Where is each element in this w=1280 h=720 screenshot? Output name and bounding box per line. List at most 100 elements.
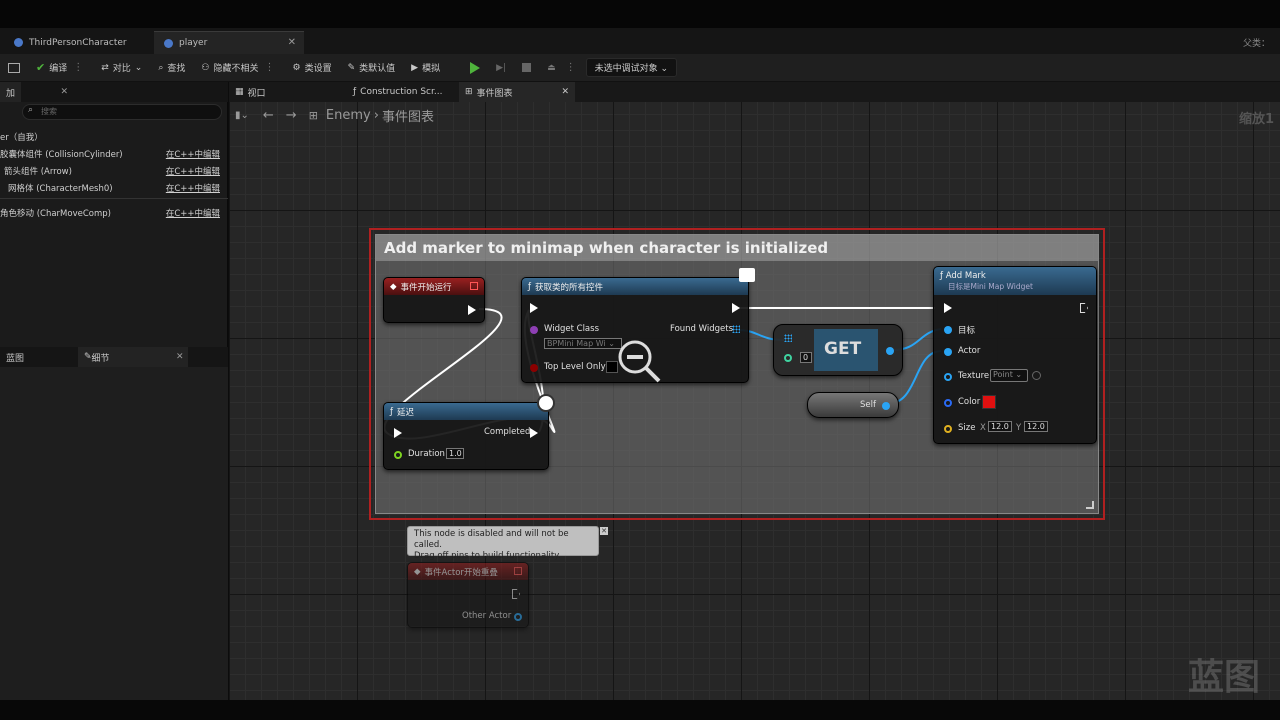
node-header: ƒ Add Mark 目标是Mini Map Widget: [934, 267, 1096, 295]
node-event-actor-begin-overlap[interactable]: ◆ 事件Actor开始重叠 Other Actor: [407, 562, 529, 628]
close-icon[interactable]: ✕: [60, 87, 68, 97]
array-pin-icon[interactable]: [732, 325, 740, 333]
node-header: ◆ 事件Actor开始重叠: [408, 563, 528, 580]
component-mesh[interactable]: 网格体 (CharacterMesh0) 在C++中编辑: [0, 179, 228, 196]
delegate-pin-icon[interactable]: [470, 282, 478, 290]
size-y-input[interactable]: 12.0: [1024, 421, 1048, 432]
add-component-button[interactable]: 加: [0, 82, 22, 102]
node-add-mark[interactable]: ƒ Add Mark 目标是Mini Map Widget 目标 Actor T…: [933, 266, 1097, 444]
class-defaults-button[interactable]: ✎ 类默认值: [340, 57, 404, 79]
duration-pin[interactable]: [394, 451, 402, 459]
duration-input[interactable]: 1.0: [446, 448, 464, 459]
reset-icon[interactable]: [1032, 371, 1041, 380]
texture-select[interactable]: Point ⌄: [990, 369, 1028, 382]
other-actor-pin[interactable]: [514, 613, 522, 621]
component-root[interactable]: er（自我）: [0, 128, 228, 145]
watermark-logo: 蓝图: [1187, 657, 1260, 698]
simulate-button[interactable]: ▶ 模拟: [403, 57, 448, 79]
stop-icon: [522, 63, 532, 72]
texture-pin[interactable]: [944, 373, 952, 381]
component-arrow[interactable]: 箭头组件 (Arrow) 在C++中编辑: [0, 162, 228, 179]
exec-in-pin[interactable]: [394, 428, 402, 438]
more-icon[interactable]: ⋮: [564, 62, 578, 73]
components-search-input[interactable]: 搜索: [22, 104, 222, 120]
details-panel-body: [0, 367, 228, 720]
more-icon[interactable]: ⋮: [71, 62, 85, 73]
component-collision-cylinder[interactable]: 胶囊体组件 (CollisionCylinder) 在C++中编辑: [0, 145, 228, 162]
exec-in-pin[interactable]: [530, 303, 538, 313]
color-pin[interactable]: [944, 399, 952, 407]
node-event-begin-play[interactable]: ◆ 事件开始运行: [383, 277, 485, 323]
exec-out-pin[interactable]: [512, 589, 520, 599]
more-icon[interactable]: ⋮: [263, 62, 277, 73]
gear-icon: ⚙: [292, 62, 301, 73]
chevron-down-icon: ⌄: [134, 62, 143, 73]
function-icon: ƒ: [528, 281, 531, 292]
play-button[interactable]: [462, 57, 488, 79]
parent-class-label: 父类：: [1242, 39, 1270, 49]
stop-button[interactable]: [514, 57, 539, 79]
close-icon[interactable]: ✕: [176, 352, 184, 362]
check-icon: ✔: [36, 61, 46, 74]
diff-button[interactable]: ⇄ 对比 ⌄: [93, 57, 150, 79]
step-icon: ▶|: [496, 62, 507, 73]
node-array-get[interactable]: GET 0: [773, 324, 903, 376]
event-graph-canvas[interactable]: ▦ 视口 ƒ Construction Scr... ⊞ 事件图表 ✕ ▮⌄ ←…: [229, 82, 1280, 720]
find-button[interactable]: ⌕ 查找: [150, 57, 193, 79]
index-pin[interactable]: [784, 354, 792, 362]
target-pin[interactable]: [944, 326, 952, 334]
edit-in-cpp-link[interactable]: 在C++中编辑: [166, 207, 220, 219]
self-out-pin[interactable]: [882, 402, 890, 410]
array-pin-icon[interactable]: [784, 334, 792, 342]
exec-in-pin[interactable]: [944, 303, 952, 313]
monitor-icon: [739, 268, 755, 282]
x-label: X: [980, 423, 986, 433]
compile-button[interactable]: ✔ 编译 ⋮: [28, 57, 93, 79]
color-swatch[interactable]: [982, 395, 996, 409]
search-icon: ⌕: [28, 105, 34, 115]
close-icon[interactable]: ✕: [288, 37, 296, 48]
object-out-pin[interactable]: [886, 347, 894, 355]
class-settings-button[interactable]: ⚙ 类设置: [285, 57, 340, 79]
exec-out-pin[interactable]: [732, 303, 740, 313]
save-icon-button[interactable]: [0, 57, 28, 79]
debug-target-select[interactable]: 未选中调试对象 ⌄: [585, 58, 678, 77]
exec-out-pin[interactable]: [468, 305, 476, 315]
main-toolbar: ✔ 编译 ⋮ ⇄ 对比 ⌄ ⌕ 查找 ⚇ 隐藏不相关 ⋮ ⚙ 类设置 ✎ 类默认…: [0, 54, 1280, 82]
index-input[interactable]: 0: [800, 352, 812, 363]
clock-icon: [537, 394, 555, 412]
close-icon[interactable]: ✕: [600, 527, 608, 535]
node-header: ◆ 事件开始运行: [384, 278, 484, 295]
size-x-input[interactable]: 12.0: [988, 421, 1012, 432]
hide-unrelated-button[interactable]: ⚇ 隐藏不相关 ⋮: [193, 57, 284, 79]
exec-out-pin[interactable]: [530, 428, 538, 438]
window-top-bar: [0, 0, 1280, 28]
window-bottom-bar: [0, 700, 1280, 720]
save-icon: [8, 62, 20, 73]
eject-icon: ⏏: [547, 62, 556, 73]
tab-third-person-character[interactable]: ThirdPersonCharacter: [4, 31, 137, 54]
class-pin[interactable]: [530, 326, 538, 334]
edit-in-cpp-link[interactable]: 在C++中编辑: [166, 182, 220, 194]
edit-in-cpp-link[interactable]: 在C++中编辑: [166, 148, 220, 160]
widget-class-select[interactable]: BPMini Map Wi ⌄: [544, 338, 622, 349]
play-icon: [470, 61, 481, 74]
disabled-node-tooltip: This node is disabled and will not be ca…: [407, 526, 608, 561]
step-button[interactable]: ▶|: [488, 57, 514, 79]
exec-out-pin[interactable]: [1080, 303, 1088, 313]
edit-in-cpp-link[interactable]: 在C++中编辑: [166, 165, 220, 177]
details-icon: ✎: [84, 352, 92, 362]
node-delay[interactable]: ƒ 延迟 Completed Duration 1.0: [383, 402, 549, 470]
size-pin[interactable]: [944, 425, 952, 433]
magnifier-zoom-out-icon: [618, 340, 661, 383]
components-header: 加 ✕: [0, 82, 228, 102]
delegate-pin-icon[interactable]: [514, 567, 522, 575]
tab-details[interactable]: ✎ 细节: [78, 347, 188, 367]
tab-player[interactable]: player ✕: [154, 31, 304, 54]
bool-pin[interactable]: [530, 364, 538, 372]
node-self[interactable]: Self: [807, 392, 899, 418]
component-char-move[interactable]: 角色移动 (CharMoveComp) 在C++中编辑: [0, 204, 228, 221]
actor-pin[interactable]: [944, 348, 952, 356]
tab-blueprint[interactable]: 蓝图: [0, 347, 78, 367]
eject-button[interactable]: ⏏: [539, 57, 564, 79]
